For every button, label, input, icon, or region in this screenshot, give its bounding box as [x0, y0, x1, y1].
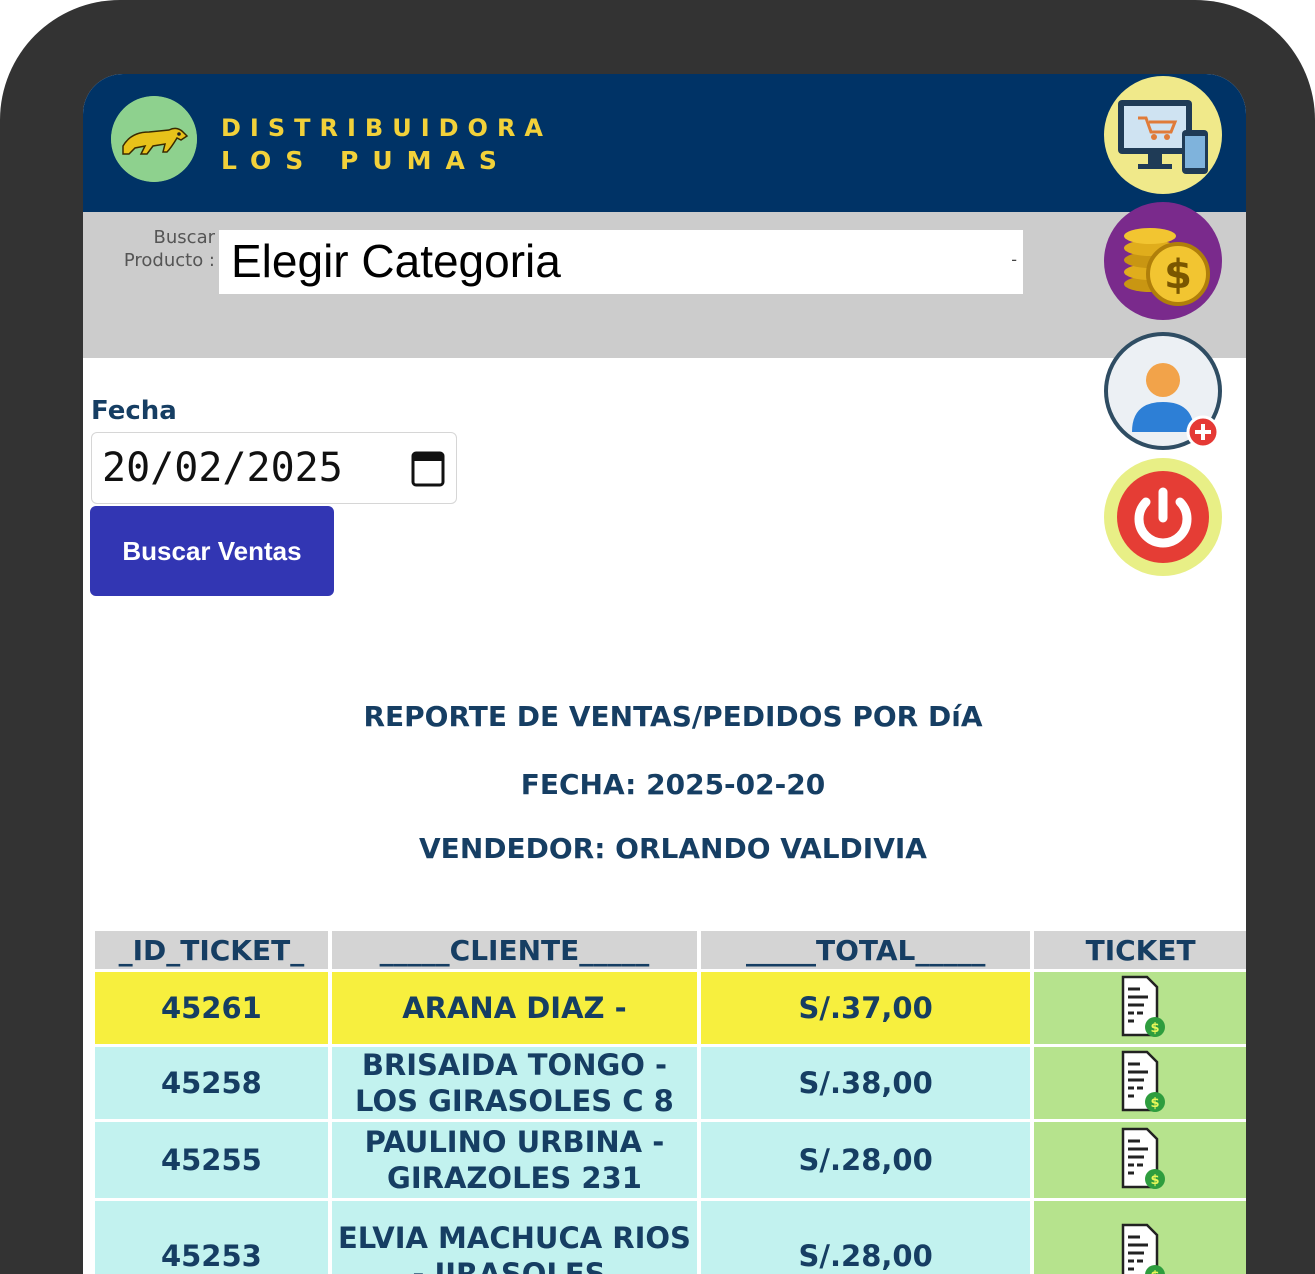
cell-client: BRISAIDA TONGO - LOS GIRASOLES C 8 — [331, 1047, 698, 1119]
cell-id: 45258 — [95, 1047, 328, 1119]
app-header: DISTRIBUIDORA LOS PUMAS — [83, 74, 1246, 212]
receipt-dollar-icon[interactable]: $ — [1105, 975, 1177, 1041]
brand-line-2: LOS PUMAS — [221, 146, 511, 175]
side-menu: $ — [1104, 74, 1234, 594]
svg-text:$: $ — [1164, 252, 1192, 298]
table-row[interactable]: 45255 PAULINO URBINA - GIRAZOLES 231 S/.… — [95, 1122, 1246, 1198]
cell-total: S/.38,00 — [701, 1047, 1031, 1119]
category-select-value: Elegir Categoria — [231, 235, 561, 287]
report-title: REPORTE DE VENTAS/PEDIDOS POR DíA — [363, 700, 983, 733]
cell-id: 45255 — [95, 1122, 328, 1198]
cell-total: S/.37,00 — [701, 972, 1031, 1044]
report-date: FECHA: 2025-02-20 — [520, 768, 826, 801]
device-frame: DISTRIBUIDORA LOS PUMAS Buscar Producto … — [0, 0, 1315, 1274]
app-screen: DISTRIBUIDORA LOS PUMAS Buscar Producto … — [83, 74, 1246, 1274]
search-bar: Buscar Producto : Elegir Categoria - — [83, 212, 1246, 358]
search-product-label: Buscar Producto : — [123, 227, 215, 271]
coins-dollar-icon[interactable]: $ — [1104, 202, 1222, 320]
table-row[interactable]: 45258 BRISAIDA TONGO - LOS GIRASOLES C 8… — [95, 1047, 1246, 1119]
svg-text:$: $ — [1150, 1269, 1159, 1274]
date-input[interactable]: 20/02/2025 — [91, 432, 457, 504]
brand-name: DISTRIBUIDORA LOS PUMAS — [221, 112, 552, 178]
power-icon[interactable] — [1104, 458, 1222, 576]
cell-client: ARANA DIAZ - — [331, 972, 698, 1044]
cell-ticket: $ — [1034, 1201, 1246, 1274]
table-row[interactable]: 45261 ARANA DIAZ - S/.37,00 $ — [95, 972, 1246, 1044]
add-user-icon[interactable] — [1104, 332, 1222, 450]
cell-ticket: $ — [1034, 1122, 1246, 1198]
col-header-client: _____CLIENTE_____ — [331, 931, 698, 969]
svg-text:$: $ — [1150, 1173, 1159, 1188]
cell-id: 45261 — [95, 972, 328, 1044]
category-select[interactable]: Elegir Categoria - — [219, 230, 1023, 294]
date-label: Fecha — [91, 396, 177, 426]
svg-text:$: $ — [1150, 1021, 1159, 1036]
table-header-row: _ID_TICKET_ _____CLIENTE_____ _____TOTAL… — [95, 931, 1246, 969]
cell-client: ELVIA MACHUCA RIOS - JIRASOLES, — [331, 1201, 698, 1274]
receipt-dollar-icon[interactable]: $ — [1105, 1050, 1177, 1116]
cell-total: S/.28,00 — [701, 1201, 1031, 1274]
receipt-dollar-icon[interactable]: $ — [1105, 1127, 1177, 1193]
cell-total: S/.28,00 — [701, 1122, 1031, 1198]
table-row[interactable]: 45253 ELVIA MACHUCA RIOS - JIRASOLES, S/… — [95, 1201, 1246, 1274]
puma-logo-icon[interactable] — [111, 96, 197, 182]
store-computer-icon[interactable] — [1104, 76, 1222, 194]
svg-text:$: $ — [1150, 1096, 1159, 1111]
calendar-icon[interactable] — [410, 447, 446, 489]
cell-ticket: $ — [1034, 1047, 1246, 1119]
col-header-id: _ID_TICKET_ — [95, 931, 328, 969]
receipt-dollar-icon[interactable]: $ — [1105, 1223, 1177, 1274]
sales-table: _ID_TICKET_ _____CLIENTE_____ _____TOTAL… — [91, 928, 1246, 1274]
col-header-total: _____TOTAL_____ — [701, 931, 1031, 969]
brand-line-1: DISTRIBUIDORA — [221, 114, 553, 142]
date-input-value: 20/02/2025 — [102, 445, 343, 491]
cell-id: 45253 — [95, 1201, 328, 1274]
cell-client: PAULINO URBINA - GIRAZOLES 231 — [331, 1122, 698, 1198]
cell-ticket: $ — [1034, 972, 1246, 1044]
select-arrow-icon: - — [1011, 250, 1017, 269]
col-header-ticket: TICKET — [1034, 931, 1246, 969]
report-seller: VENDEDOR: ORLANDO VALDIVIA — [419, 832, 927, 865]
search-sales-button[interactable]: Buscar Ventas — [90, 506, 334, 596]
